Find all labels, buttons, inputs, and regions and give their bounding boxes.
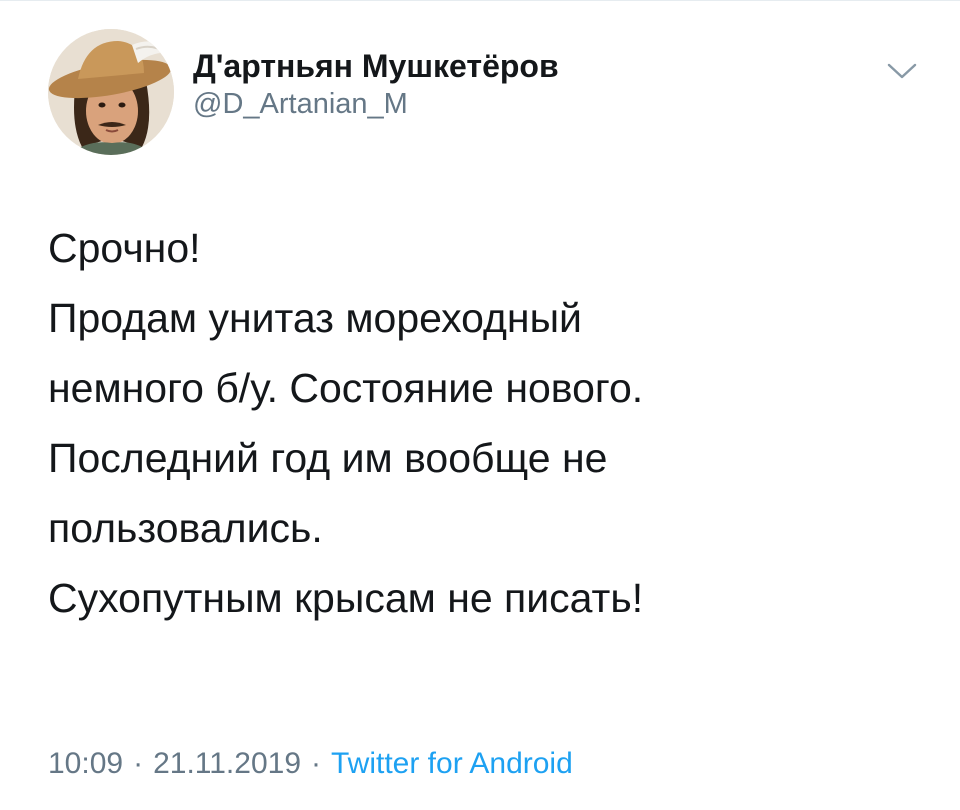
tweet-text: Срочно! Продам унитаз мореходный немного… — [48, 213, 928, 633]
tweet-time[interactable]: 10:09 — [48, 747, 123, 780]
tweet-text-line: пользовались. — [48, 505, 323, 551]
tweet-date[interactable]: 21.11.2019 — [153, 747, 301, 780]
tweet-card: Д'артньян Мушкетёров @D_Artanian_M Срочн… — [0, 0, 960, 810]
chevron-down-icon[interactable] — [884, 56, 920, 84]
tweet-text-line: Продам унитаз мореходный — [48, 295, 582, 341]
separator: · — [133, 747, 144, 780]
tweet-text-line: Сухопутным крысам не писать! — [48, 575, 644, 621]
avatar[interactable] — [48, 29, 174, 155]
user-handle[interactable]: @D_Artanian_M — [193, 86, 559, 122]
tweet-text-line: Срочно! — [48, 225, 201, 271]
display-name[interactable]: Д'артньян Мушкетёров — [193, 46, 559, 86]
tweet-text-line: немного б/у. Состояние нового. — [48, 365, 644, 411]
user-avatar-icon — [48, 29, 174, 155]
tweet-source-link[interactable]: Twitter for Android — [331, 747, 573, 780]
separator: · — [311, 747, 321, 780]
author-info: Д'артньян Мушкетёров @D_Artanian_M — [193, 46, 559, 122]
tweet-text-line: Последний год им вообще не — [48, 435, 608, 481]
tweet-metadata: 10:09 · 21.11.2019 · Twitter for Android — [48, 742, 573, 786]
